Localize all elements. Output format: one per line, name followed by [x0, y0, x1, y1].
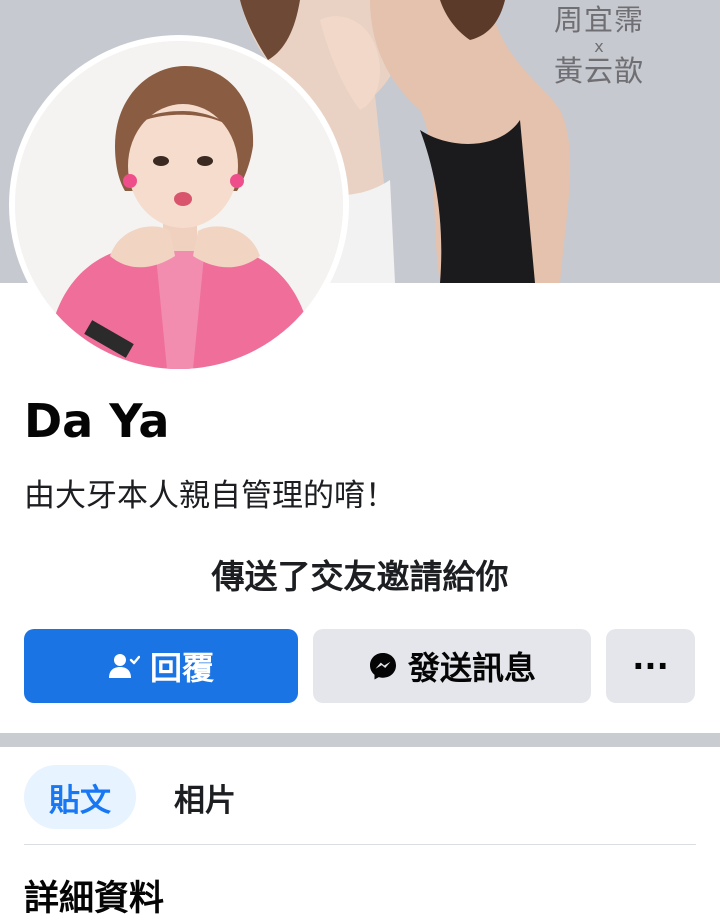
tabs-divider: [24, 844, 696, 845]
cover-caption-name-2: 黃云歆: [553, 54, 644, 88]
respond-button-label: 回覆: [149, 649, 214, 687]
ellipsis-icon: ···: [632, 647, 669, 685]
messenger-icon: [368, 651, 398, 681]
cover-caption: 周宜霈 x 黃云歆: [554, 6, 644, 86]
section-divider: [0, 733, 720, 747]
friend-request-notice: 傳送了交友邀請給你: [211, 557, 509, 596]
profile-avatar[interactable]: [9, 35, 349, 375]
avatar-photo: [15, 41, 343, 369]
send-message-label: 發送訊息: [407, 649, 536, 687]
respond-button[interactable]: 回覆: [24, 629, 298, 703]
tab-photos[interactable]: 相片: [150, 765, 260, 829]
send-message-button[interactable]: 發送訊息: [313, 629, 591, 703]
more-options-button[interactable]: ···: [606, 629, 695, 703]
profile-name: Da Ya: [24, 394, 170, 448]
details-section-title: 詳細資料: [24, 879, 165, 919]
cover-caption-name-1: 周宜霈: [553, 3, 644, 37]
person-check-icon: [108, 652, 140, 680]
avatar-photo-art: [15, 41, 343, 369]
tab-posts[interactable]: 貼文: [24, 765, 136, 829]
profile-bio: 由大牙本人親自管理的唷！: [24, 478, 396, 514]
cover-caption-x: x: [594, 37, 604, 56]
